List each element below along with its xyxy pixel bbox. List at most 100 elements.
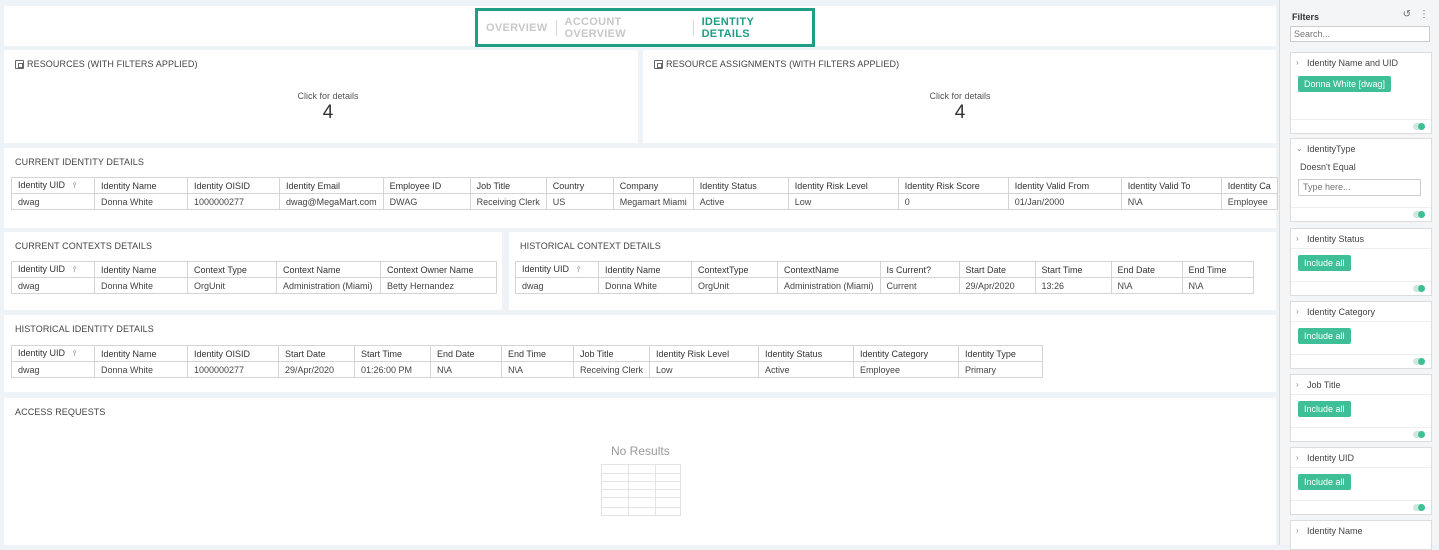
empty-table-icon bbox=[601, 464, 681, 516]
column-header[interactable]: Identity Status bbox=[758, 345, 855, 362]
filter-toggle[interactable] bbox=[1413, 504, 1425, 511]
column-header[interactable]: End Date bbox=[430, 345, 502, 362]
reset-icon[interactable]: ↺ bbox=[1403, 9, 1411, 20]
filter-value-pill[interactable]: Include all bbox=[1298, 401, 1351, 417]
column-header[interactable]: Start Date bbox=[278, 345, 355, 362]
filter-toggle[interactable] bbox=[1413, 431, 1425, 438]
table-row[interactable]: dwag Donna White 1000000277 29/Apr/2020 … bbox=[11, 361, 1044, 378]
column-header[interactable]: Identity Valid To bbox=[1120, 177, 1222, 194]
column-header[interactable]: ContextType bbox=[691, 261, 778, 278]
table-cell: 1000000277 bbox=[187, 361, 279, 378]
table-row[interactable]: dwag Donna White OrgUnit Administration … bbox=[11, 277, 497, 294]
column-header[interactable]: Identity Name bbox=[598, 261, 692, 278]
filter-icon[interactable]: ⫯ bbox=[73, 181, 76, 191]
filter-icon[interactable]: ⫯ bbox=[73, 349, 76, 359]
column-header[interactable]: Is Current? bbox=[879, 261, 960, 278]
column-header[interactable]: ContextName bbox=[777, 261, 881, 278]
more-options-icon[interactable]: ⋮ bbox=[1419, 9, 1429, 20]
filter-value-pill[interactable]: Include all bbox=[1298, 474, 1351, 490]
column-header[interactable]: Identity OISID bbox=[187, 177, 280, 194]
export-icon[interactable] bbox=[654, 59, 663, 69]
column-header[interactable]: Identity Risk Level bbox=[787, 177, 899, 194]
column-header[interactable]: Identity UID ⫯ bbox=[11, 177, 95, 194]
export-icon[interactable] bbox=[15, 59, 24, 69]
table-row[interactable]: dwag Donna White 1000000277 dwag@MegaMar… bbox=[11, 193, 1278, 210]
column-header[interactable]: Identity Risk Level bbox=[649, 345, 760, 362]
column-header[interactable]: Identity Name bbox=[94, 345, 188, 362]
tab-identity-details[interactable]: IDENTITY DETAILS bbox=[694, 16, 812, 40]
filter-identity-name[interactable]: › Identity Name bbox=[1290, 520, 1432, 550]
column-header[interactable]: Identity Name bbox=[94, 177, 188, 194]
filter-body: Doesn't Equal bbox=[1291, 158, 1431, 202]
filter-identity-name-uid[interactable]: › Identity Name and UID Donna White [dwag… bbox=[1290, 52, 1432, 134]
assignments-panel[interactable]: RESOURCE ASSIGNMENTS (WITH FILTERS APPLI… bbox=[643, 50, 1276, 143]
filter-job-title[interactable]: › Job Title Include all bbox=[1290, 374, 1432, 442]
filter-header[interactable]: ⌄ IdentityType bbox=[1291, 139, 1431, 158]
filter-identity-type[interactable]: ⌄ IdentityType Doesn't Equal bbox=[1290, 138, 1432, 222]
table-cell: 29/Apr/2020 bbox=[278, 361, 355, 378]
column-header[interactable]: End Date bbox=[1110, 261, 1183, 278]
column-header[interactable]: Identity Email bbox=[279, 177, 384, 194]
filter-header[interactable]: › Identity Status bbox=[1291, 229, 1431, 248]
column-header[interactable]: Identity Valid From bbox=[1007, 177, 1122, 194]
column-header[interactable]: Employee ID bbox=[382, 177, 471, 194]
column-header[interactable]: Identity UID ⫯ bbox=[11, 261, 95, 278]
column-header[interactable]: Identity Category bbox=[853, 345, 960, 362]
filter-toggle[interactable] bbox=[1413, 358, 1425, 365]
table-row[interactable]: dwag Donna White OrgUnit Administration … bbox=[515, 277, 1254, 294]
column-header[interactable]: End Time bbox=[1181, 261, 1254, 278]
filter-value-pill[interactable]: Include all bbox=[1298, 255, 1351, 271]
filter-toggle[interactable] bbox=[1413, 123, 1425, 130]
column-header[interactable]: Start Time bbox=[354, 345, 431, 362]
chevron-down-icon: ⌄ bbox=[1296, 144, 1303, 153]
resources-panel[interactable]: RESOURCES (WITH FILTERS APPLIED) Click f… bbox=[4, 50, 638, 143]
column-header[interactable]: Identity Status bbox=[692, 177, 789, 194]
filter-identity-status[interactable]: › Identity Status Include all bbox=[1290, 228, 1432, 296]
table-cell: Megamart Miami bbox=[612, 193, 694, 210]
filter-operator[interactable]: Doesn't Equal bbox=[1298, 160, 1425, 177]
filter-label: Identity Name bbox=[1307, 526, 1363, 536]
resources-kpi[interactable]: Click for details 4 bbox=[228, 91, 428, 124]
column-header[interactable]: Context Owner Name bbox=[380, 261, 497, 278]
filter-toggle[interactable] bbox=[1413, 285, 1425, 292]
column-header[interactable]: Company bbox=[612, 177, 694, 194]
filter-identity-category[interactable]: › Identity Category Include all bbox=[1290, 301, 1432, 369]
filter-label: Identity Status bbox=[1307, 234, 1365, 244]
column-header[interactable]: Job Title bbox=[469, 177, 547, 194]
filter-header[interactable]: › Identity UID bbox=[1291, 448, 1431, 467]
table-header-row: Identity UID ⫯ Identity Name Identity OIS… bbox=[11, 345, 1044, 362]
column-header[interactable]: Start Time bbox=[1034, 261, 1112, 278]
column-header[interactable]: Identity OISID bbox=[187, 345, 279, 362]
filter-icon[interactable]: ⫯ bbox=[73, 265, 76, 275]
tab-overview[interactable]: OVERVIEW bbox=[478, 22, 556, 34]
filter-header[interactable]: › Identity Name bbox=[1291, 521, 1431, 540]
filter-value-pill[interactable]: Include all bbox=[1298, 328, 1351, 344]
table-cell: Receiving Clerk bbox=[572, 361, 651, 378]
filter-icon[interactable]: ⫯ bbox=[577, 265, 580, 275]
filters-search-input[interactable] bbox=[1290, 26, 1430, 42]
column-header[interactable]: Identity Name bbox=[94, 261, 188, 278]
column-header[interactable]: Identity Type bbox=[958, 345, 1044, 362]
table-cell: dwag bbox=[11, 193, 95, 210]
column-header[interactable]: Job Title bbox=[572, 345, 651, 362]
column-header[interactable]: Identity UID ⫯ bbox=[515, 261, 599, 278]
column-header[interactable]: Context Type bbox=[187, 261, 277, 278]
filter-label: Identity Name and UID bbox=[1307, 58, 1399, 68]
table-cell: Betty Hernandez bbox=[380, 277, 497, 294]
filter-header[interactable]: › Job Title bbox=[1291, 375, 1431, 394]
assignments-kpi[interactable]: Click for details 4 bbox=[860, 91, 1060, 124]
filter-type-input[interactable] bbox=[1298, 178, 1421, 196]
column-header[interactable]: Identity Ca bbox=[1220, 177, 1278, 194]
column-header[interactable]: Identity UID ⫯ bbox=[11, 345, 95, 362]
column-header[interactable]: Identity Risk Score bbox=[897, 177, 1009, 194]
filter-toggle[interactable] bbox=[1413, 211, 1425, 218]
filter-header[interactable]: › Identity Category bbox=[1291, 302, 1431, 321]
filter-value-pill[interactable]: Donna White [dwag] bbox=[1298, 76, 1392, 92]
column-header[interactable]: End Time bbox=[501, 345, 574, 362]
filter-identity-uid[interactable]: › Identity UID Include all bbox=[1290, 447, 1432, 515]
tab-account-overview[interactable]: ACCOUNT OVERVIEW bbox=[556, 16, 692, 40]
column-header[interactable]: Context Name bbox=[276, 261, 381, 278]
column-header[interactable]: Start Date bbox=[958, 261, 1036, 278]
column-header[interactable]: Country bbox=[545, 177, 614, 194]
filter-header[interactable]: › Identity Name and UID bbox=[1291, 53, 1431, 72]
